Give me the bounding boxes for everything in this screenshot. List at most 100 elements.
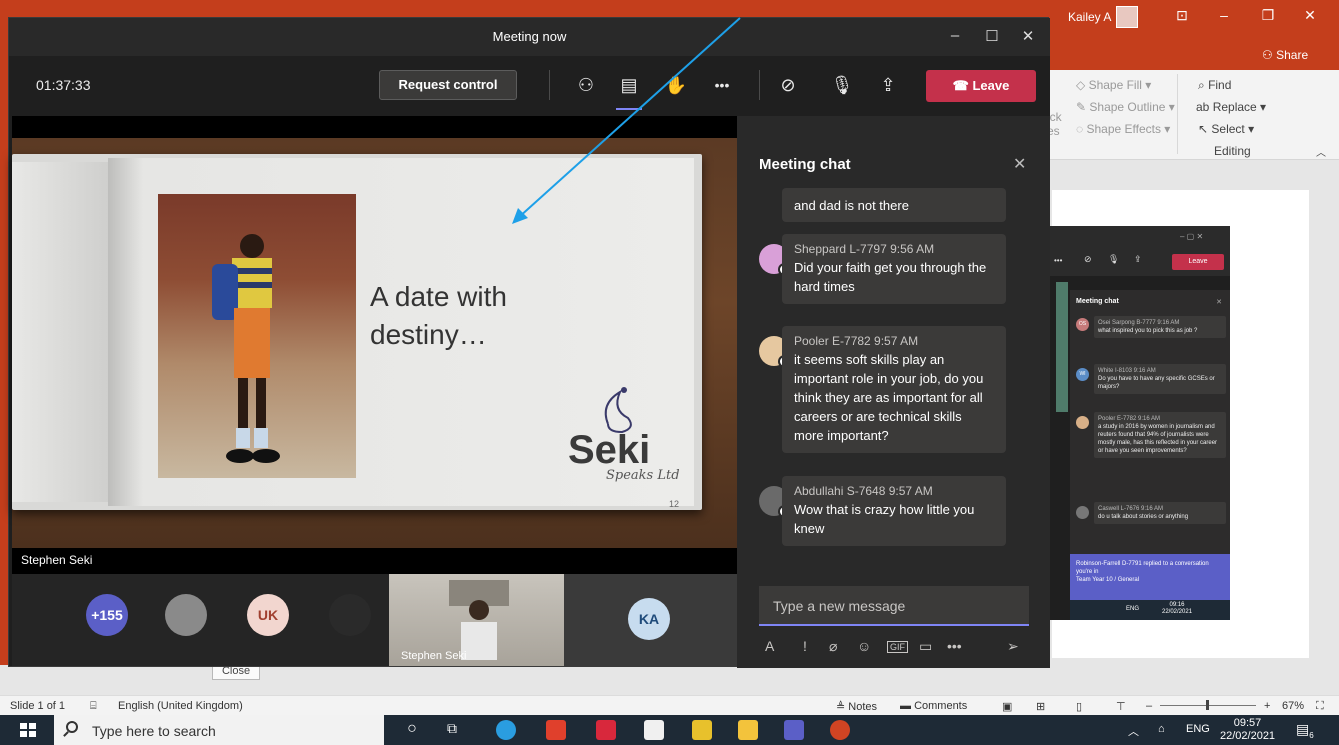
comments-button[interactable]: ▬ Comments — [900, 700, 967, 712]
participant-video-tile[interactable]: Stephen Seki — [389, 574, 564, 666]
start-button[interactable] — [20, 723, 36, 737]
spellcheck-icon[interactable]: ⌸ — [90, 700, 97, 713]
slide-embedded-screenshot: ••• ⊘ 🎙 ⇪ – ▢ ✕ Leave Meeting chat ✕ OS … — [1050, 226, 1230, 620]
chat-message-body: and dad is not there — [794, 198, 909, 213]
send-icon[interactable]: ➢ — [1007, 638, 1019, 655]
replace-label: Replace — [1212, 100, 1257, 114]
gif-icon[interactable]: GIF — [887, 641, 908, 653]
mini-avatar — [1076, 506, 1089, 519]
teams-taskbar-icon[interactable] — [784, 720, 804, 740]
share-screen-icon[interactable]: ⇪ — [875, 72, 901, 98]
chat-compose-box[interactable]: Type a new message — [759, 586, 1029, 626]
teams-close-icon[interactable]: ✕ — [1017, 27, 1039, 45]
important-icon[interactable]: ! — [803, 638, 807, 654]
notes-area — [0, 665, 1339, 695]
mini-message-body: do u talk about stories or anything — [1098, 514, 1189, 520]
cortana-icon[interactable]: ○ — [402, 720, 422, 740]
select-button[interactable]: ↖ Select ▾ — [1198, 122, 1254, 136]
slide-indicator: Slide 1 of 1 — [10, 700, 66, 712]
notification-count: 6 — [1309, 730, 1314, 740]
overflow-participants-button[interactable]: +155 — [86, 594, 128, 636]
mini-tray-time: 09:16 — [1169, 602, 1185, 608]
leave-button[interactable]: ☎ Leave — [926, 70, 1036, 102]
chat-icon[interactable]: ▤ — [616, 72, 642, 98]
attach-icon[interactable]: ⌀ — [829, 638, 837, 655]
share-button[interactable]: ⚇ Share — [1262, 48, 1308, 62]
normal-view-icon[interactable]: ▣ — [1002, 700, 1012, 713]
replace-button[interactable]: ab Replace ▾ — [1196, 100, 1266, 114]
clock[interactable]: 09:57 22/02/2021 — [1220, 717, 1275, 743]
participant-avatar[interactable] — [329, 594, 371, 636]
raise-hand-icon[interactable]: ✋ — [663, 72, 689, 98]
minimize-icon[interactable]: – — [1212, 7, 1236, 23]
mini-notification-sub: Team Year 10 / General — [1076, 577, 1140, 583]
mini-message-body: what inspired you to pick this as job ? — [1098, 328, 1198, 334]
collapse-ribbon-icon[interactable]: ︿ — [1316, 144, 1326, 159]
mini-message-body: Do you have to have any specific GCSEs o… — [1098, 376, 1215, 390]
mini-more-icon: ••• — [1054, 256, 1063, 265]
more-options-icon[interactable]: ••• — [947, 638, 962, 654]
file-explorer-icon[interactable] — [738, 720, 758, 740]
participant-tile-ka[interactable]: KA — [564, 574, 737, 666]
more-actions-icon[interactable]: ••• — [709, 72, 735, 98]
notifications-icon[interactable]: ▤6 — [1296, 721, 1314, 740]
mini-message: Osei Sarpong B-7777 9:16 AM what inspired… — [1094, 316, 1226, 338]
shape-effects-button[interactable]: ◌ Shape Effects ▾ — [1076, 122, 1170, 136]
seki-speaks-logo: Seki Speaks Ltd — [568, 384, 688, 484]
network-icon[interactable]: ⌂ — [1158, 723, 1165, 735]
taskbar: Type here to search ○ ⧉ ︿ ⌂ ENG 09:57 22/… — [0, 715, 1339, 745]
format-icon[interactable]: A — [765, 638, 774, 654]
emoji-icon[interactable]: ☺ — [857, 638, 871, 654]
edge-icon[interactable] — [496, 720, 516, 740]
zoom-out-icon[interactable]: – — [1146, 700, 1152, 712]
share-label: Share — [1276, 48, 1309, 62]
mini-tray-clock: 09:16 22/02/2021 — [1162, 602, 1192, 616]
find-button[interactable]: ⌕ Find — [1198, 78, 1231, 93]
store-icon[interactable] — [644, 720, 664, 740]
participant-avatar[interactable] — [165, 594, 207, 636]
camera-off-icon[interactable]: ⊘ — [775, 72, 801, 98]
chat-header: Meeting chat — [759, 156, 851, 173]
shape-fill-button[interactable]: ◇ Shape Fill ▾ — [1076, 78, 1151, 92]
task-view-icon[interactable]: ⧉ — [442, 720, 462, 740]
close-chat-icon[interactable]: ✕ — [1013, 154, 1026, 174]
acrobat-icon[interactable] — [546, 720, 566, 740]
reading-view-icon[interactable]: ▯ — [1076, 700, 1082, 713]
video-tile-name: Stephen Seki — [401, 650, 467, 662]
chat-message: and dad is not there — [782, 188, 1006, 222]
slideshow-icon[interactable]: ⊤ — [1116, 700, 1126, 713]
sticky-notes-icon[interactable] — [692, 720, 712, 740]
chat-message: Abdullahi S-7648 9:57 AM Wow that is cra… — [782, 476, 1006, 546]
mini-avatar: WI — [1076, 368, 1089, 381]
fit-slide-icon[interactable]: ⛶ — [1316, 700, 1324, 713]
input-language[interactable]: ENG — [1186, 723, 1210, 735]
chat-message: Pooler E-7782 9:57 AM it seems soft skil… — [782, 326, 1006, 453]
language-indicator[interactable]: English (United Kingdom) — [118, 700, 243, 712]
status-bar: Slide 1 of 1 ⌸ English (United Kingdom) … — [0, 695, 1339, 715]
shape-outline-button[interactable]: ✎ Shape Outline ▾ — [1076, 100, 1175, 114]
participant-avatar-uk[interactable]: UK — [247, 594, 289, 636]
teams-maximize-icon[interactable]: ☐ — [981, 27, 1003, 45]
powerpoint-taskbar-icon[interactable] — [830, 720, 850, 740]
teams-minimize-icon[interactable]: – — [944, 27, 966, 44]
sticker-icon[interactable]: ▭ — [919, 638, 932, 655]
tray-chevron-icon[interactable]: ︿ — [1128, 723, 1139, 739]
restore-icon[interactable]: ❐ — [1256, 7, 1280, 24]
taskbar-search[interactable]: Type here to search — [54, 715, 384, 745]
slide-sorter-icon[interactable]: ⊞ — [1036, 700, 1045, 713]
account-name[interactable]: Kailey A — [1068, 10, 1111, 24]
participants-icon[interactable]: ⚇ — [573, 72, 599, 98]
ribbon-display-icon[interactable]: ⊡ — [1170, 7, 1194, 24]
chat-message-body: Wow that is crazy how little you knew — [794, 502, 975, 536]
notes-button[interactable]: ≜ Notes — [836, 700, 877, 713]
mic-off-icon[interactable]: 🎙 — [829, 72, 855, 98]
request-control-button[interactable]: Request control — [379, 70, 517, 100]
participant-avatar-ka: KA — [628, 598, 670, 640]
zoom-in-icon[interactable]: + — [1264, 700, 1270, 712]
account-avatar[interactable] — [1116, 6, 1138, 28]
mail-app-icon[interactable] — [596, 720, 616, 740]
zoom-slider-thumb[interactable] — [1206, 700, 1209, 710]
zoom-level[interactable]: 67% — [1282, 700, 1304, 712]
close-window-icon[interactable]: ✕ — [1298, 7, 1322, 24]
clock-time: 09:57 — [1233, 717, 1262, 729]
